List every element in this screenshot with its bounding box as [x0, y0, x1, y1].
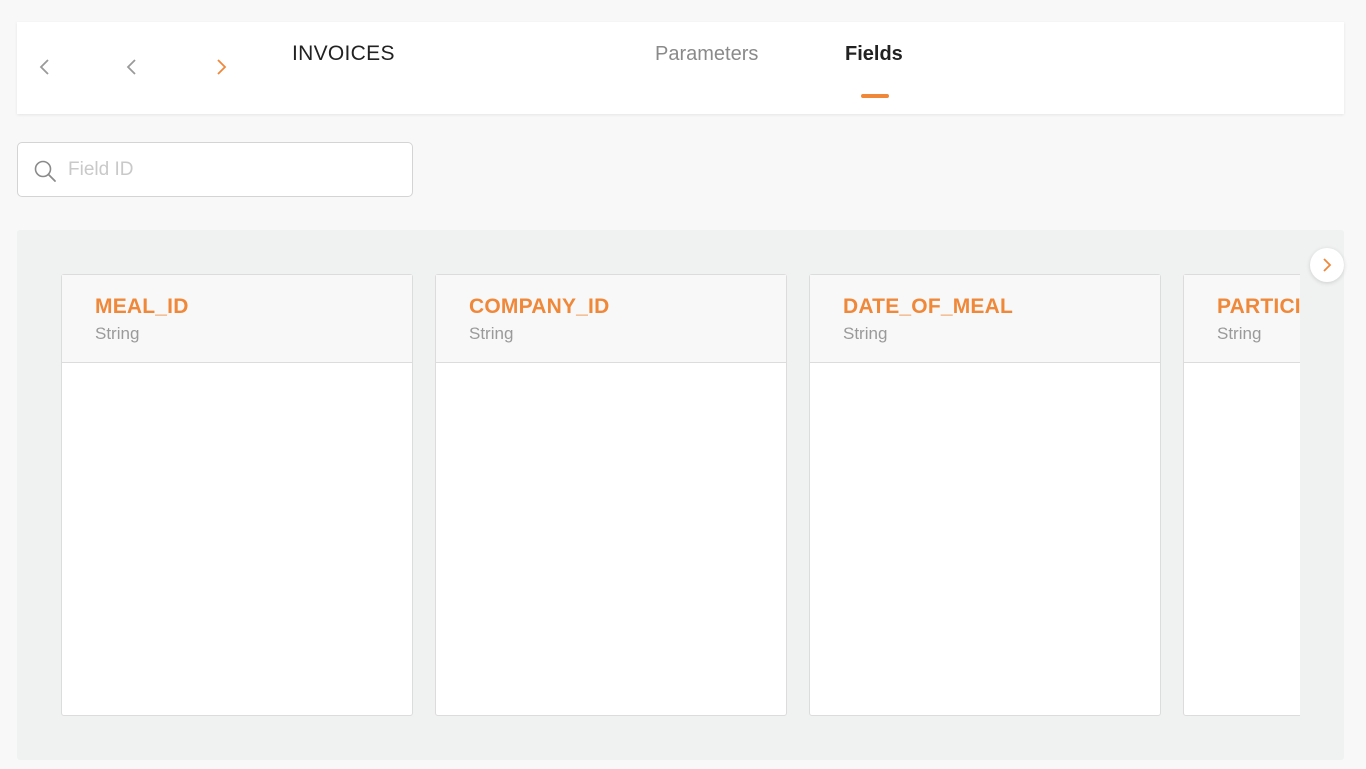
carousel-next-button[interactable] [1310, 248, 1344, 282]
search-icon [34, 160, 56, 182]
field-name: PARTICI [1217, 295, 1300, 318]
fields-carousel: MEAL_ID String COMPANY_ID String DATE_OF… [61, 274, 1300, 716]
fields-panel: MEAL_ID String COMPANY_ID String DATE_OF… [17, 230, 1344, 760]
back-button[interactable] [33, 55, 57, 79]
field-card[interactable]: DATE_OF_MEAL String [809, 274, 1161, 716]
field-card-header: PARTICI String [1184, 275, 1300, 363]
field-type: String [843, 324, 888, 343]
field-card[interactable]: COMPANY_ID String [435, 274, 787, 716]
field-type: String [469, 324, 514, 343]
next-nav-button[interactable] [209, 55, 233, 79]
chevron-left-icon [39, 59, 49, 75]
field-card[interactable]: MEAL_ID String [61, 274, 413, 716]
search-box [17, 142, 413, 197]
tab-parameters[interactable]: Parameters [655, 43, 758, 66]
chevron-right-icon [217, 59, 227, 75]
chevron-right-icon [1323, 258, 1332, 272]
field-card-header: MEAL_ID String [62, 275, 412, 363]
page-title: INVOICES [292, 42, 395, 65]
active-tab-indicator [861, 94, 889, 98]
chevron-left-icon [126, 59, 136, 75]
top-bar: INVOICES Parameters Fields [17, 22, 1344, 114]
field-type: String [95, 324, 140, 343]
field-name: DATE_OF_MEAL [843, 295, 1014, 318]
field-name: MEAL_ID [95, 295, 189, 318]
field-card-header: DATE_OF_MEAL String [810, 275, 1160, 363]
field-name: COMPANY_ID [469, 295, 610, 318]
field-card-header: COMPANY_ID String [436, 275, 786, 363]
field-card[interactable]: PARTICI String [1183, 274, 1300, 716]
field-id-search-input[interactable] [68, 151, 398, 189]
tab-fields[interactable]: Fields [845, 43, 903, 66]
previous-button[interactable] [120, 55, 144, 79]
field-type: String [1217, 324, 1262, 343]
